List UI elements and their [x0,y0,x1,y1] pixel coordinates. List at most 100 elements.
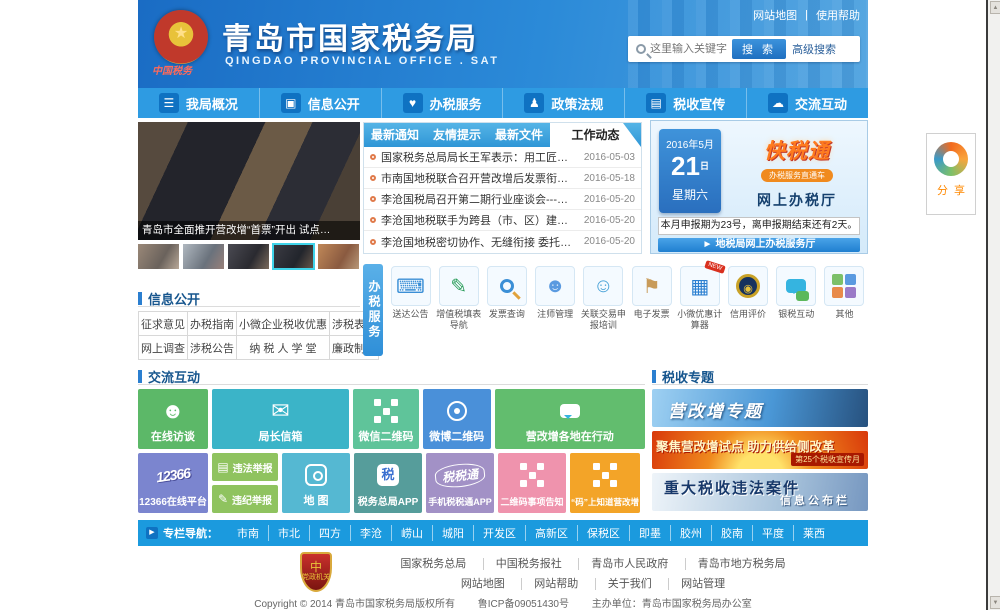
service-cta-management[interactable]: ☻ 注师管理 [532,264,579,360]
slideshow-photo[interactable]: 青岛市全面推开营改增“首票”开出 试点… [138,122,360,240]
organizer-text: 主办单位：青岛市国家税务局办公室 [592,599,752,610]
tile-vat-reform-action[interactable]: 营改增各地在行动 [495,389,645,449]
service-e-invoice[interactable]: ⚑ 电子发票 [628,264,675,360]
arrow-icon: ► [703,239,713,250]
service-others[interactable]: 其他 [821,264,868,360]
thumbnail-3[interactable] [228,244,269,269]
region-link[interactable]: 李沧 [350,525,391,541]
service-related-transaction-training[interactable]: ☺ 关联交易申报培训 [580,264,627,360]
accent-bar [138,370,142,383]
copyright-text: Copyright © 2014 青岛市国家税务局版权所有 [254,599,455,610]
news-item[interactable]: 李沧国税局召开第二期行业座谈会---建筑企业座谈会 2016-05-20 [364,189,641,210]
footer-link[interactable]: 青岛市地方税务局 [685,558,798,570]
tab-latest-documents[interactable]: 最新文件 [488,123,550,147]
footer-link[interactable]: 国家税务总局 [388,558,478,570]
footer-link[interactable]: 青岛市人民政府 [578,558,680,570]
info-link[interactable]: 征求意见 [139,312,188,336]
service-delivery-notice[interactable]: ⌨ 送达公告 [387,264,434,360]
tab-latest-notices[interactable]: 最新通知 [364,123,426,147]
help-link[interactable]: 使用帮助 [816,7,860,23]
search-input[interactable] [650,43,732,55]
footer: 中 党政机关 国家税务总局 中国税务报社 青岛市人民政府 青岛市地方税务局 网站… [138,548,868,610]
nav-item-interaction[interactable]: ☁ 交流互动 [747,88,868,118]
news-item[interactable]: 国家税务总局局长王军表示：用工匠精神落实好营改增 2016-05-03 [364,147,641,168]
footer-link[interactable]: 网站地图 [449,578,517,590]
banner-vat-pilot-supply-reform[interactable]: 聚焦营改增试点 助力供给侧改革 第25个税收宣传月 [652,431,868,469]
service-credit-rating[interactable]: ◉ 信用评价 [725,264,772,360]
footer-link[interactable]: 网站帮助 [521,578,590,590]
banner-vat-reform-topic[interactable]: 营改增专题 [652,389,868,427]
heart-icon: ♥ [403,93,423,113]
news-item[interactable]: 李沧国地税联手为跨县（市、区）建筑企业提供“... 2016-05-20 [364,210,641,231]
section-title: 交流互动 [148,367,200,386]
info-link[interactable]: 办税指南 [188,312,237,336]
scroll-up-icon[interactable]: ▲ [990,1,1000,14]
news-title: 国家税务总局局长王军表示：用工匠精神落实好营改增 [381,149,578,165]
news-title: 市南国地税联合召开营改增后发票衔接工作会议 [381,170,578,186]
local-tax-hall-button[interactable]: ►地税局网上办税服务厅 [658,238,860,252]
info-link[interactable]: 纳 税 人 学 堂 [237,336,330,360]
region-link[interactable]: 保税区 [577,525,629,541]
tile-map[interactable]: 地 图 [282,453,350,513]
tab-work-updates-active[interactable]: 工作动态 [550,123,641,147]
region-link[interactable]: 开发区 [473,525,525,541]
tile-sat-app[interactable]: 税 税务总局APP [354,453,422,513]
sitemap-link[interactable]: 网站地图 [753,7,797,23]
thumbnail-1[interactable] [138,244,179,269]
region-link[interactable]: 城阳 [432,525,473,541]
tile-wechat-qr[interactable]: 微信二维码 [353,389,419,449]
share-widget[interactable]: 分享 [926,133,976,215]
tile-illegal-report[interactable]: ▤ 违法举报 [212,453,278,481]
nav-item-tax-publicity[interactable]: ▤ 税收宣传 [625,88,747,118]
tile-discipline-report[interactable]: ✎ 违纪举报 [212,485,278,513]
service-bank-tax-interaction[interactable]: 银税互动 [773,264,820,360]
service-micro-benefit-calculator[interactable]: ▦ NEW 小微优惠计算器 [676,264,723,360]
region-link[interactable]: 即墨 [629,525,670,541]
info-link[interactable]: 涉税公告 [188,336,237,360]
footer-link[interactable]: 网站管理 [668,578,737,590]
tile-12366-platform[interactable]: 12366 12366在线平台 [138,453,208,513]
region-link[interactable]: 胶州 [670,525,711,541]
region-link[interactable]: 平度 [752,525,793,541]
region-link[interactable]: 莱西 [793,525,834,541]
browser-scrollbar[interactable]: ▲ ▼ [986,0,1000,610]
news-item[interactable]: 李沧国地税密切协作、无缝衔接 委托代征和代开发... 2016-05-20 [364,231,641,252]
nav-item-overview[interactable]: ☰ 我局概况 [138,88,260,118]
thumbnail-2[interactable] [183,244,224,269]
footer-link[interactable]: 关于我们 [595,578,664,590]
thumbnail-4-active[interactable] [273,244,314,269]
search-button[interactable]: 搜 索 [732,39,786,59]
tile-scan-to-know-vat[interactable]: “码”上知道营改增 [570,453,640,513]
footer-link[interactable]: 中国税务报社 [483,558,574,570]
slideshow-caption: 青岛市全面推开营改增“首票”开出 试点… [138,221,360,240]
service-vat-form-guide[interactable]: ✎ 增值税填表导航 [435,264,482,360]
region-link[interactable]: 胶南 [711,525,752,541]
thumbnail-5[interactable] [318,244,359,269]
nav-item-info-disclosure[interactable]: ▣ 信息公开 [260,88,382,118]
region-link[interactable]: 四方 [309,525,350,541]
nav-item-policies[interactable]: ♟ 政策法规 [503,88,625,118]
nav-item-tax-services[interactable]: ♥ 办税服务 [382,88,504,118]
icp-number: 鲁ICP备09051430号 [478,599,569,610]
advanced-search-link[interactable]: 高级搜索 [786,41,842,57]
tile-qr-notice[interactable]: 二维码事项告知 [498,453,566,513]
info-link[interactable]: 网上调查 [139,336,188,360]
banner-major-tax-violations[interactable]: 重大税收违法案件 信息公布栏 [652,473,868,511]
news-item[interactable]: 市南国地税联合召开营改增后发票衔接工作会议 2016-05-18 [364,168,641,189]
tab-friendly-tips[interactable]: 友情提示 [426,123,488,147]
tile-director-mailbox[interactable]: ✉ 局长信箱 [212,389,349,449]
qr-code-icon [520,463,544,487]
region-link[interactable]: 市北 [268,525,309,541]
info-link[interactable]: 小微企业税收优惠 [237,312,330,336]
monitor-icon: ▣ [281,93,301,113]
people-icon: ☻ [545,275,566,298]
region-link[interactable]: 高新区 [525,525,577,541]
service-invoice-query[interactable]: 发票查询 [483,264,530,360]
tile-online-interview[interactable]: ☻ 在线访谈 [138,389,208,449]
region-link[interactable]: 市南 [228,525,268,541]
tile-weibo-qr[interactable]: 微博二维码 [423,389,491,449]
grid-icon [832,274,856,298]
region-link[interactable]: 崂山 [391,525,432,541]
scroll-down-icon[interactable]: ▼ [990,596,1000,609]
tile-shuishuitong-app[interactable]: 税税通 手机税税通APP [426,453,494,513]
